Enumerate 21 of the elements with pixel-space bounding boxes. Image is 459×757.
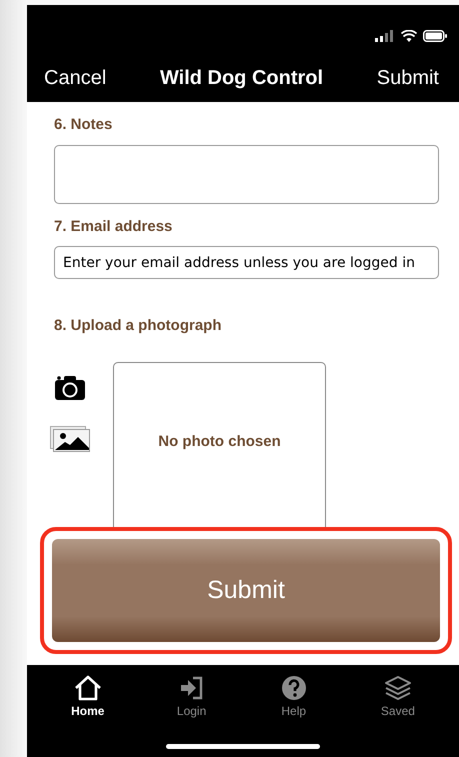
wifi-icon	[401, 30, 417, 42]
signal-icon	[375, 30, 395, 42]
submit-button[interactable]: Submit	[52, 539, 440, 642]
layers-icon	[382, 675, 413, 701]
field-label: 6. Notes	[54, 116, 114, 133]
tab-bar-item[interactable]: Help	[268, 675, 319, 718]
tab-bar-item[interactable]: Login	[166, 675, 217, 718]
tab-bar-item[interactable]: Home	[61, 675, 114, 718]
field-label: 7. Email address	[54, 218, 174, 235]
screen-title: Wild Dog Control	[160, 67, 324, 90]
battery-icon	[423, 30, 447, 42]
camera-icon[interactable]	[55, 376, 85, 400]
gallery-icon[interactable]	[50, 426, 90, 452]
notes-field[interactable]	[54, 145, 439, 204]
cancel-button[interactable]: Cancel	[44, 67, 106, 90]
empty-photo-text: No photo chosen	[158, 433, 281, 451]
field-label: 8. Upload a photograph	[54, 317, 222, 334]
tab-bar-item[interactable]: Saved	[370, 675, 425, 718]
submit-link[interactable]: Submit	[376, 67, 439, 90]
email-field[interactable]: Enter your email address unless you are logged in	[54, 246, 439, 279]
home-icon	[72, 675, 103, 701]
